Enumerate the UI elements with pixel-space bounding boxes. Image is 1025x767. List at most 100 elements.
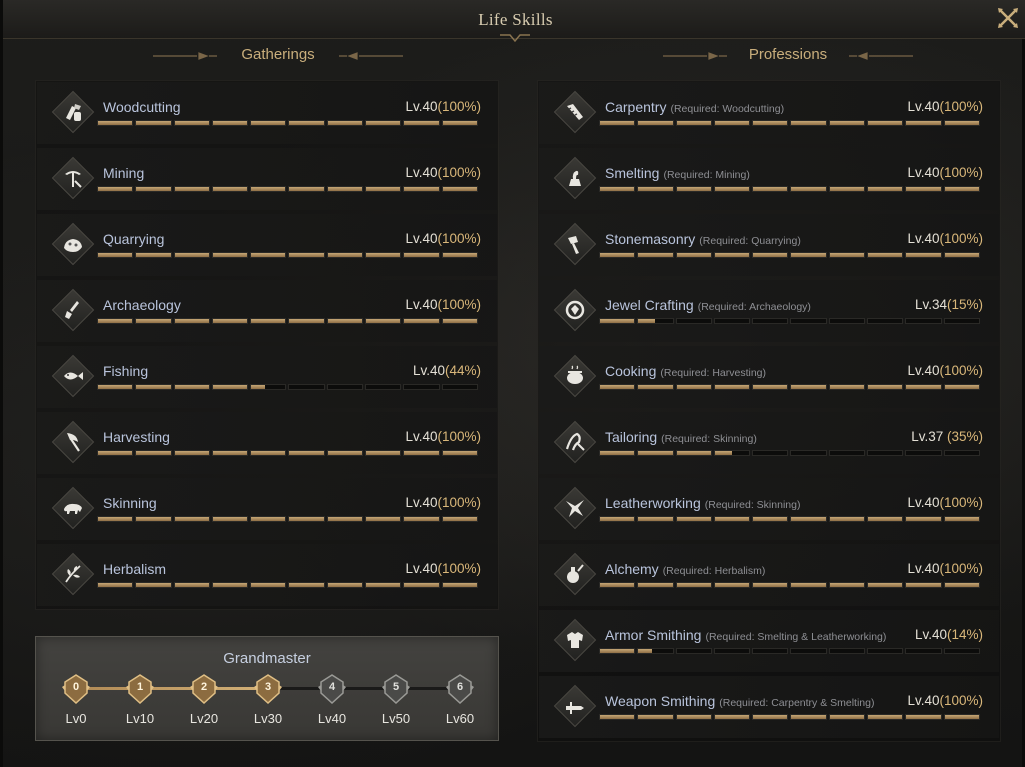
skill-name: Mining	[103, 165, 144, 181]
progress-segment	[135, 186, 172, 192]
skill-row-harvesting[interactable]: Harvesting Lv.40(100%)	[37, 412, 497, 474]
leatherworking-icon	[566, 500, 584, 517]
progress-segment-fill	[944, 583, 979, 587]
progress-segment-fill	[212, 583, 248, 587]
progress-segment	[97, 318, 134, 324]
progress-segment	[365, 516, 402, 522]
progress-segment	[441, 252, 478, 258]
skill-row-skinning[interactable]: Skinning Lv.40(100%)	[37, 478, 497, 540]
skill-icon-frame	[553, 684, 597, 728]
progress-segment	[752, 252, 789, 258]
skill-icon-frame	[51, 288, 95, 332]
grandmaster-node-6[interactable]: 6	[444, 673, 476, 705]
skill-row-fishing[interactable]: Fishing Lv.40(44%)	[37, 346, 497, 408]
skill-row-archaeology[interactable]: Archaeology Lv.40(100%)	[37, 280, 497, 342]
title-bar: Life Skills	[3, 0, 1025, 43]
progress-segment-fill	[136, 187, 171, 191]
skill-level-percent: (100%)	[437, 99, 481, 114]
progress-segment	[828, 582, 866, 588]
progress-segment	[943, 120, 980, 126]
skill-name-label: Mining	[103, 165, 145, 181]
skill-icon-frame	[51, 420, 95, 464]
progress-segment	[675, 450, 712, 456]
skill-row-smelting[interactable]: Smelting (Required: Mining) Lv.40(100%)	[539, 148, 999, 210]
skill-level: Lv.40(100%)	[405, 495, 481, 510]
progress-segment-fill	[868, 715, 903, 719]
skill-row-alchemy[interactable]: Alchemy (Required: Herbalism) Lv.40(100%)	[539, 544, 999, 606]
skill-requirement: (Required: Harvesting)	[660, 367, 767, 379]
gatherings-header-label: Gatherings	[241, 46, 315, 63]
progress-segment-fill	[714, 121, 750, 125]
skill-level-percent: (100%)	[437, 231, 481, 246]
progress-segment	[790, 384, 827, 390]
grandmaster-node-4[interactable]: 4	[316, 673, 348, 705]
skill-row-carpentry[interactable]: Carpentry (Required: Woodcutting) Lv.40(10…	[539, 82, 999, 144]
mining-icon	[65, 171, 82, 188]
progress-segment	[943, 384, 980, 390]
progress-segment-fill	[366, 253, 401, 257]
skill-level-value: Lv.40	[907, 231, 940, 246]
skill-row-armor-smithing[interactable]: Armor Smithing (Required: Smelting & Leat…	[539, 610, 999, 672]
skill-row-leatherworking[interactable]: Leatherworking (Required: Skinning) Lv.40(…	[539, 478, 999, 540]
close-button[interactable]	[996, 6, 1020, 30]
grandmaster-level-label: Lv60	[445, 711, 475, 726]
progress-segment-fill	[600, 385, 635, 389]
skill-level: Lv.40(100%)	[907, 561, 983, 576]
skill-row-tailoring[interactable]: Tailoring (Required: Skinning) Lv.37 (35%)	[539, 412, 999, 474]
progress-segment	[675, 582, 712, 588]
skill-row-jewel-crafting[interactable]: Jewel Crafting (Required: Archaeology) Lv.…	[539, 280, 999, 342]
progress-segment-fill	[676, 121, 711, 125]
progress-segment-fill	[442, 319, 477, 323]
progress-segment-fill	[136, 121, 171, 125]
skill-row-mining[interactable]: Mining Lv.40(100%)	[37, 148, 497, 210]
archaeology-icon	[65, 301, 79, 319]
grandmaster-node-1[interactable]: 1	[124, 673, 156, 705]
skill-row-stonemasonry[interactable]: Stonemasonry (Required: Quarrying) Lv.40(1…	[539, 214, 999, 276]
grandmaster-node-2[interactable]: 2	[188, 673, 220, 705]
grandmaster-node-0[interactable]: 0	[60, 673, 92, 705]
progress-segment	[403, 582, 440, 588]
skill-requirement: (Required: Woodcutting)	[670, 103, 785, 115]
progress-segment-fill	[136, 385, 171, 389]
progress-segment	[867, 120, 904, 126]
progress-segment	[943, 714, 980, 720]
progress-segment	[828, 516, 866, 522]
skill-row-cooking[interactable]: Cooking (Required: Harvesting) Lv.40(100%)	[539, 346, 999, 408]
progress-segment-fill	[600, 451, 635, 455]
progress-segment-fill	[98, 451, 133, 455]
grandmaster-node-5[interactable]: 5	[380, 673, 412, 705]
skill-level-percent: (14%)	[946, 627, 983, 642]
skill-level: Lv.40(100%)	[907, 165, 983, 180]
progress-segment	[250, 252, 287, 258]
skill-row-woodcutting[interactable]: Woodcutting Lv.40(100%)	[37, 82, 497, 144]
progress-segment	[637, 318, 674, 324]
gatherings-header: Gatherings	[218, 46, 338, 68]
skill-row-herbalism[interactable]: Herbalism Lv.40(100%)	[37, 544, 497, 606]
progress-segment	[905, 714, 942, 720]
skill-progress-bar	[97, 120, 478, 126]
grandmaster-node-3[interactable]: 3	[252, 673, 284, 705]
progress-segment	[828, 384, 866, 390]
progress-segment-fill	[212, 187, 248, 191]
skill-progress-bar	[97, 582, 478, 588]
skill-level: Lv.40(100%)	[405, 165, 481, 180]
progress-segment-fill	[714, 451, 733, 455]
progress-segment	[403, 186, 440, 192]
skill-name: Harvesting	[103, 429, 170, 445]
progress-segment-fill	[289, 121, 324, 125]
progress-segment-fill	[442, 121, 477, 125]
progress-segment	[637, 582, 674, 588]
progress-segment-fill	[289, 319, 324, 323]
professions-header: Professions	[728, 46, 848, 68]
skill-name: Quarrying	[103, 231, 164, 247]
progress-segment-fill	[944, 517, 979, 521]
progress-segment	[790, 186, 827, 192]
skill-row-weapon-smithing[interactable]: Weapon Smithing (Required: Carpentry & Sm…	[539, 676, 999, 738]
header-ornament-icon	[153, 52, 217, 60]
progress-segment-fill	[638, 385, 673, 389]
skill-level-value: Lv.40	[405, 99, 438, 114]
progress-segment	[250, 516, 287, 522]
progress-segment-fill	[212, 121, 248, 125]
skill-row-quarrying[interactable]: Quarrying Lv.40(100%)	[37, 214, 497, 276]
progress-segment	[288, 384, 325, 390]
